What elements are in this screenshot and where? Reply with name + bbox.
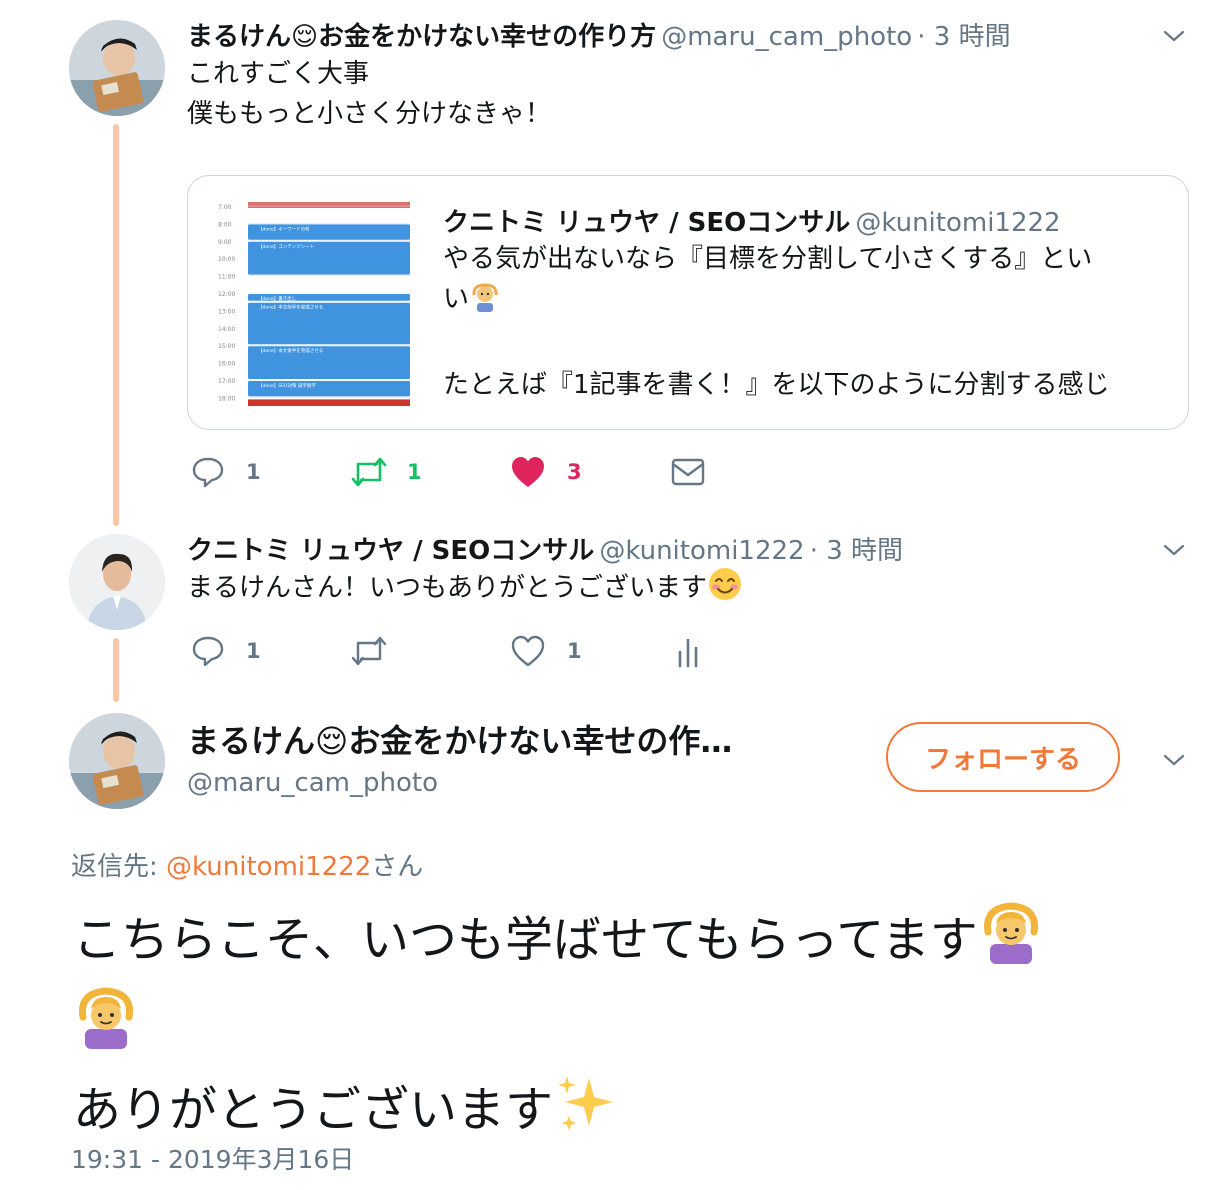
like-button[interactable] [510, 455, 546, 493]
thread-line [113, 124, 119, 526]
reply-context: 返信先: @kunitomi1222さん [71, 846, 423, 883]
retweet-button[interactable] [350, 455, 388, 493]
avatar[interactable] [69, 713, 165, 809]
retweet-button[interactable] [350, 634, 388, 672]
calendar-hour-label: 10:00 [218, 256, 235, 263]
heart-filled-icon [512, 457, 544, 487]
quote-text-line: たとえば『1記事を書く！』を以下のように分割する感じ [443, 370, 1110, 400]
calendar-hour-label: 9:00 [218, 239, 232, 246]
author-name[interactable]: クニトミ リュウヤ / SEOコンサル [187, 536, 594, 566]
quote-text-line: い [443, 284, 470, 314]
tweet-time[interactable]: · 3 時間 [917, 22, 1010, 52]
reply-icon [192, 636, 224, 667]
calendar-hour-label: 16:00 [218, 361, 235, 368]
author-handle[interactable]: @maru_cam_photo [661, 22, 912, 52]
calendar-event-label: 【done】書き出し [258, 295, 297, 302]
reply-button[interactable] [191, 455, 225, 493]
person-gesturing-ok-icon [469, 281, 501, 325]
person-gesturing-ok-icon [73, 985, 139, 1070]
tweet-text-line: これすごく大事 [187, 59, 370, 89]
main-text-line: ありがとうございます [73, 1082, 554, 1138]
chevron-down-icon[interactable] [1162, 538, 1186, 562]
quote-text-line: やる気が出ないなら『目標を分割して小さくする』とい [443, 244, 1093, 274]
calendar-event-label: 【done】コンテンツシート [258, 244, 314, 250]
chevron-down-icon[interactable] [1162, 24, 1186, 48]
author-name[interactable]: まるけん😌お金をかけない幸せの作り方 [187, 22, 656, 52]
reply-icon [192, 457, 224, 488]
quote-tweet-card[interactable]: 7:00 8:00 9:00 10:00 11:00 12:00 13:00 14:00 15:… [187, 175, 1189, 430]
calendar-event-label: 【done】キーワード分析 [258, 225, 310, 232]
smiling-face-with-blush-icon [707, 566, 743, 614]
calendar-hour-label: 18:00 [218, 395, 235, 402]
thread-line [113, 638, 119, 702]
tweet-text: まるけんさん！いつもありがとうございます [187, 573, 708, 603]
analytics-button[interactable] [676, 634, 700, 672]
like-count: 3 [567, 460, 582, 484]
tweet-time[interactable]: · 3 時間 [810, 536, 903, 566]
quote-author-name: クニトミ リュウヤ / SEOコンサル [443, 208, 851, 238]
calendar-event-label: 【done】SEO対策 誤字脱字 [258, 382, 316, 389]
direct-message-button[interactable] [670, 456, 706, 492]
author-handle[interactable]: @maru_cam_photo [187, 768, 732, 798]
person-gesturing-ok-icon [978, 900, 1044, 985]
envelope-icon [671, 458, 705, 486]
calendar-image: 7:00 8:00 9:00 10:00 11:00 12:00 13:00 14:00 15:… [216, 196, 416, 408]
like-button[interactable] [510, 634, 546, 672]
calendar-event-label: 【done】本文後半を完成させる [258, 347, 323, 354]
author-handle[interactable]: @kunitomi1222 [599, 536, 804, 566]
like-count: 1 [567, 639, 582, 663]
main-text-line: こちらこそ、いつも学ばせてもらってます [73, 912, 978, 968]
follow-button[interactable]: フォローする [886, 722, 1120, 792]
sparkles-icon [553, 1070, 619, 1155]
quote-author-handle: @kunitomi1222 [855, 208, 1061, 238]
calendar-hour-label: 12:00 [218, 291, 235, 298]
retweet-count: 1 [407, 460, 422, 484]
reply-prefix: 返信先: [71, 852, 167, 882]
calendar-hour-label: 17:00 [218, 378, 235, 385]
reply-count: 1 [246, 639, 261, 663]
calendar-hour-label: 7:00 [218, 204, 232, 211]
heart-outline-icon [511, 635, 545, 667]
reply-to-link[interactable]: @kunitomi1222 [166, 852, 371, 882]
calendar-hour-label: 11:00 [218, 274, 235, 281]
calendar-hour-label: 14:00 [218, 326, 235, 333]
chevron-down-icon[interactable] [1162, 748, 1186, 772]
calendar-hour-label: 13:00 [218, 308, 235, 315]
main-tweet-text: こちらこそ、いつも学ばせてもらってます ありがとうございます [73, 900, 1193, 1155]
calendar-event-label: 【done】本文前半を完成させる [258, 304, 323, 311]
reply-count: 1 [246, 460, 261, 484]
calendar-event [248, 399, 410, 408]
avatar[interactable] [69, 534, 165, 630]
calendar-hour-label: 8:00 [218, 221, 232, 228]
tweet-text-line: 僕ももっと小さく分けなきゃ！ [187, 99, 552, 129]
tweet-timestamp[interactable]: 19:31 - 2019年3月16日 [71, 1140, 354, 1176]
reply-suffix: さん [371, 852, 424, 882]
analytics-icon [678, 638, 698, 668]
reply-button[interactable] [191, 634, 225, 672]
calendar-header-bar [248, 202, 410, 208]
calendar-hour-label: 15:00 [218, 343, 235, 350]
retweet-icon [351, 636, 387, 666]
avatar[interactable] [69, 20, 165, 116]
retweet-icon [351, 457, 387, 487]
author-name[interactable]: まるけん😌お金をかけない幸せの作… [187, 716, 732, 762]
